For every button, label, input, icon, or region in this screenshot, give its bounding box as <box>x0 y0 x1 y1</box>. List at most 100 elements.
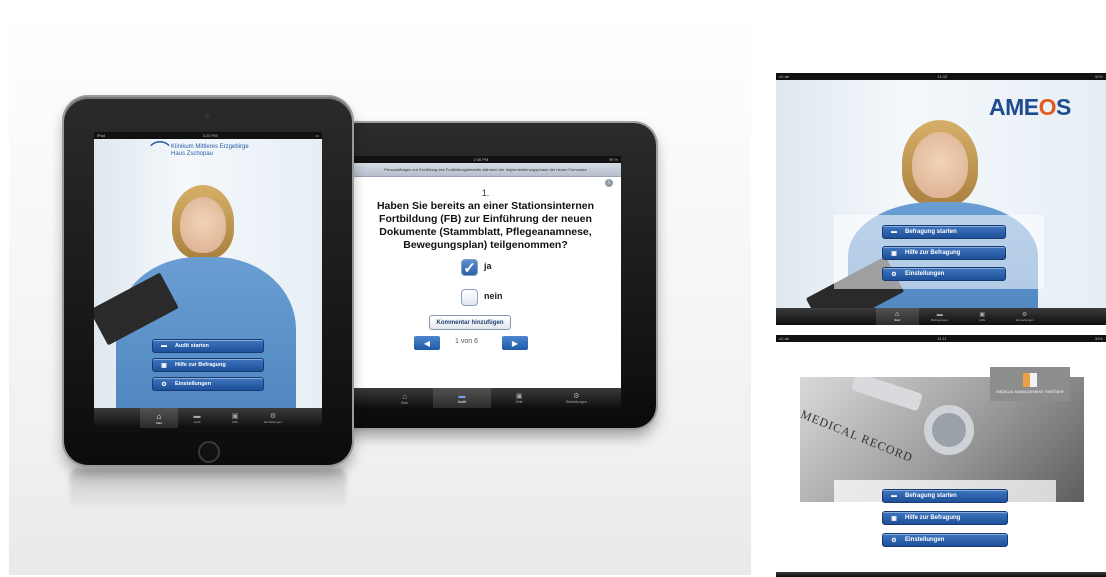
tab-label: Einstellungen <box>263 420 282 424</box>
tab-einstellungen[interactable]: ⚙ Einstellungen <box>1004 308 1047 325</box>
tab-hilfe[interactable]: ▣ Hilfe <box>491 388 548 408</box>
question-number: 1. <box>481 188 490 198</box>
brand-o: O <box>1038 94 1057 120</box>
status-bar: o2-de 14:33 92% <box>776 73 1106 80</box>
button-label: Hilfe zur Befragung <box>905 250 961 256</box>
status-time: 2:36 PM <box>473 157 489 162</box>
pager-label: 1 von 6 <box>455 338 478 345</box>
home-screen: iPad 3:20 PM ▭ ⌒ Klinikum Mittleres Erzgeb… <box>94 132 322 428</box>
tab-bar <box>776 572 1106 577</box>
status-time: 14:33 <box>937 74 948 79</box>
button-label: Einstellungen <box>905 271 945 277</box>
questionnaire-title: Personalfragen zur Ermittlung des Fortbi… <box>384 167 587 172</box>
tab-label: Hilfe <box>979 318 986 322</box>
previous-page-button[interactable]: ◀ <box>414 336 440 350</box>
record-text: MEDICAL RECORD <box>800 407 916 465</box>
tab-bar: ⌂ Start ▬ Audit ▣ Hilfe ⚙ Einstellungen <box>94 408 322 428</box>
battery-icon: ▭ <box>315 133 319 138</box>
status-time: 3:20 PM <box>202 133 218 138</box>
info-icon[interactable]: i <box>605 179 613 187</box>
add-comment-button[interactable]: Kommentar hinzufügen <box>429 315 511 330</box>
audit-starten-button[interactable]: ▬ Audit starten <box>152 339 264 353</box>
tab-befragungen[interactable]: ▬ Befragungen <box>919 308 962 325</box>
tab-audit[interactable]: ▬ Audit <box>178 408 216 428</box>
button-label: Befragung starten <box>905 493 957 499</box>
arrow-right-icon: ▶ <box>511 338 519 348</box>
button-label: Hilfe zur Befragung <box>175 362 226 368</box>
home-icon: ⌂ <box>402 391 408 401</box>
tab-bar: ⌂ Start ▬ Audit ▣ Hilfe ⚙ Einstellungen <box>350 388 621 408</box>
hilfe-zur-befragung-button[interactable]: ▣ Hilfe zur Befragung <box>152 358 264 372</box>
hilfe-zur-befragung-button[interactable]: ▣ Hilfe zur Befragung <box>882 511 1008 525</box>
mmp-brand: MEDICAL MANAGEMENT PARTNER <box>996 389 1064 394</box>
ipad-reflection <box>70 468 346 510</box>
option-ja-label: ja <box>484 261 492 271</box>
chat-icon: ▬ <box>891 493 897 499</box>
einstellungen-button[interactable]: ⚙ Einstellungen <box>882 267 1006 281</box>
home-icon: ⌂ <box>156 411 162 421</box>
tab-einstellungen[interactable]: ⚙ Einstellungen <box>254 408 292 428</box>
befragung-starten-button[interactable]: ▬ Befragung starten <box>882 489 1008 503</box>
status-bar: 2:36 PM 99 % <box>350 156 621 163</box>
chat-icon: ▬ <box>458 392 466 400</box>
tab-start[interactable]: ⌂ Start <box>876 308 919 325</box>
hilfe-zur-befragung-button[interactable]: ▣ Hilfe zur Befragung <box>882 246 1006 260</box>
tab-label: Audit <box>457 399 466 404</box>
medkit-icon: ▣ <box>231 413 239 420</box>
tab-hilfe[interactable]: ▣ Hilfe <box>216 408 254 428</box>
landscape-ipad: 2:36 PM 99 % Personalfragen zur Ermittlun… <box>334 123 656 428</box>
brand-part: AME <box>989 94 1039 120</box>
tab-audit[interactable]: ▬ Audit <box>433 388 491 408</box>
logo-line-1: Klinikum Mittleres Erzgebirge <box>171 144 249 150</box>
button-label: Hilfe zur Befragung <box>905 515 961 521</box>
portrait-ipad: iPad 3:20 PM ▭ ⌒ Klinikum Mittleres Erzgeb… <box>64 97 352 465</box>
mmp-screenshot: o2-de 11:11 34% MEDICAL RECORD MEDICAL MAN… <box>776 335 1106 577</box>
gear-icon: ⚙ <box>891 537 897 544</box>
option-ja-checkbox[interactable]: ✓ <box>461 259 478 277</box>
tab-label: Start <box>894 318 901 322</box>
status-bar: iPad 3:20 PM ▭ <box>94 132 322 139</box>
questionnaire-header: Personalfragen zur Ermittlung des Fortbi… <box>350 163 621 187</box>
tab-start[interactable]: ⌂ Start <box>376 388 433 408</box>
medkit-icon: ▣ <box>979 312 986 318</box>
next-page-button[interactable]: ▶ <box>502 336 528 350</box>
chat-icon: ▬ <box>161 343 167 349</box>
gear-icon: ⚙ <box>1022 312 1028 318</box>
button-label: Einstellungen <box>905 537 945 543</box>
arrow-left-icon: ◀ <box>423 338 431 348</box>
audit-question-screen: 2:36 PM 99 % Personalfragen zur Ermittlun… <box>350 156 621 408</box>
medkit-icon: ▣ <box>891 250 897 257</box>
chat-icon: ▬ <box>891 229 897 235</box>
mmp-logo: MEDICAL MANAGEMENT PARTNER <box>990 367 1070 401</box>
option-nein-checkbox[interactable] <box>461 289 478 306</box>
medkit-icon: ▣ <box>515 393 523 400</box>
ameos-logo: AMEOS <box>989 94 1071 121</box>
tab-start[interactable]: ⌂ Start <box>140 408 178 428</box>
stethoscope-icon <box>924 405 974 455</box>
tab-label: Hilfe <box>515 400 523 404</box>
einstellungen-button[interactable]: ⚙ Einstellungen <box>882 533 1008 547</box>
status-carrier: iPad <box>97 133 106 138</box>
status-time: 11:11 <box>937 336 947 341</box>
tab-bar: ⌂ Start ▬ Befragungen ▣ Hilfe ⚙ Einstellunge… <box>776 308 1106 325</box>
status-carrier: o2-de <box>779 336 790 341</box>
tab-hilfe[interactable]: ▣ Hilfe <box>961 308 1004 325</box>
chat-icon: ▬ <box>193 412 201 420</box>
befragung-starten-button[interactable]: ▬ Befragung starten <box>882 225 1006 239</box>
medkit-icon: ▣ <box>161 362 167 369</box>
gear-icon: ⚙ <box>269 413 277 420</box>
clipboard-clip <box>850 377 924 412</box>
status-battery: 34% <box>1094 336 1103 341</box>
mountain-logo-icon: ⌒ <box>150 141 170 163</box>
home-button[interactable] <box>198 441 220 463</box>
einstellungen-button[interactable]: ⚙ Einstellungen <box>152 377 264 391</box>
status-bar: o2-de 11:11 34% <box>776 335 1106 342</box>
tab-label: Einstellungen <box>565 400 587 404</box>
gear-icon: ⚙ <box>573 393 580 400</box>
gear-icon: ⚙ <box>891 271 897 278</box>
ameos-screenshot: o2-de 14:33 92% AMEOS ▬ Befragung starten ▣… <box>776 73 1106 325</box>
medkit-icon: ▣ <box>891 515 897 522</box>
tab-label: Start <box>155 420 163 425</box>
home-icon: ⌂ <box>895 311 900 318</box>
tab-einstellungen[interactable]: ⚙ Einstellungen <box>548 388 605 408</box>
